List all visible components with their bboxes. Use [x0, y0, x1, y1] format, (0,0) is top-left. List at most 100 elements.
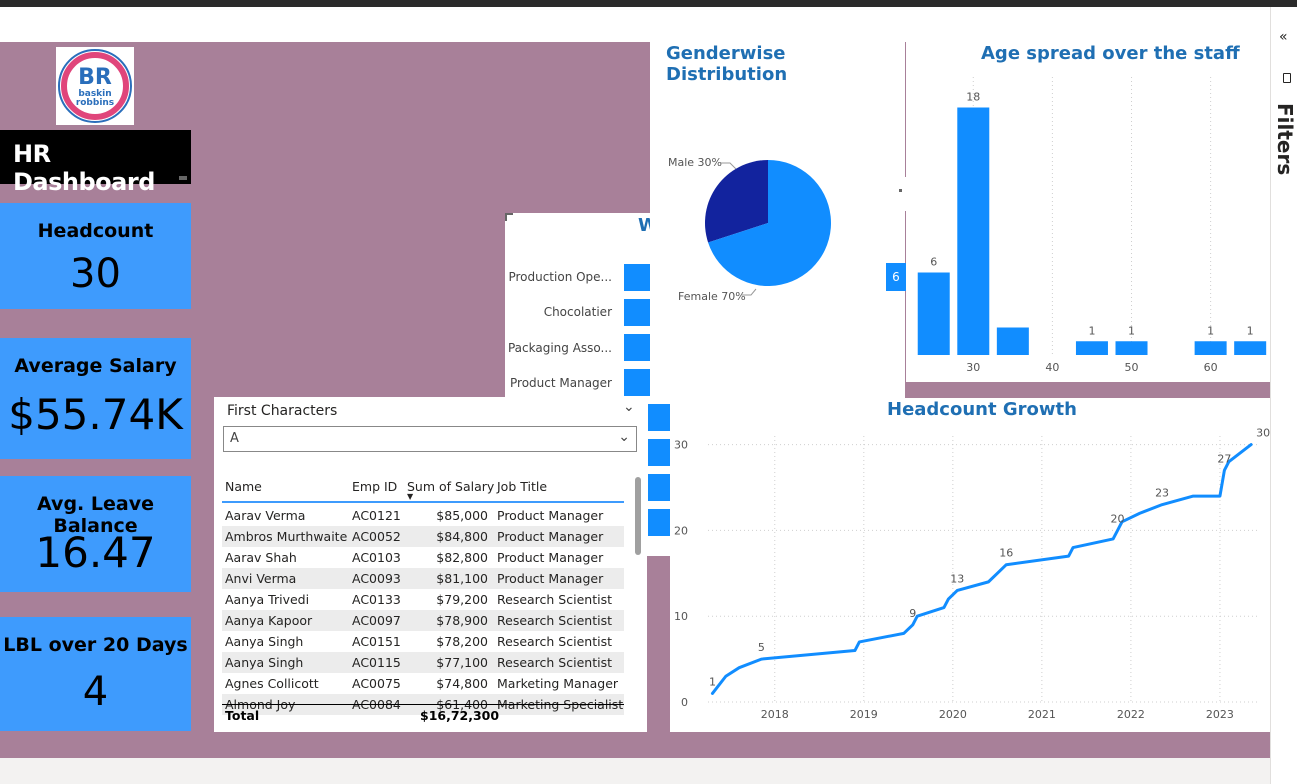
cell-job-title: Product Manager	[497, 571, 604, 586]
table-row[interactable]: Aanya Singh AC0115 $77,100 Research Scienti…	[222, 652, 624, 673]
kpi-value: 4	[82, 669, 109, 715]
growth-point-label: 9	[909, 607, 916, 620]
cell-emp-id: AC0075	[352, 676, 401, 691]
table-row[interactable]: Aarav Verma AC0121 $85,000 Product Manager	[222, 505, 624, 526]
growth-y-tick-label: 10	[674, 610, 688, 623]
age-tick-label: 50	[1125, 361, 1139, 374]
kpi-value: 16.47	[35, 528, 156, 577]
cell-job-title: Research Scientist	[497, 655, 612, 670]
age-tick-label: 30	[966, 361, 980, 374]
table-row[interactable]: Ambros Murthwaite AC0052 $84,800 Product Ma…	[222, 526, 624, 547]
slicer-label: First Characters	[227, 403, 338, 419]
employee-table-visual[interactable]: First Characters ⌄ A ⌄ Name Emp ID Sum o…	[214, 397, 647, 732]
cell-job-title: Product Manager	[497, 529, 604, 544]
age-chart-svg: 6 18 1 1 1 1 30 40 50 60	[917, 77, 1267, 374]
headcount-growth-chart[interactable]: Headcount Growth 0 10 20 30 2018 2019 2020 2021…	[670, 398, 1270, 732]
age-spread-chart[interactable]: Age spread over the staff 6 18 1 1 1 1 30 40 50 6…	[906, 42, 1270, 382]
growth-chart-svg: 01020302018 2019 2020 2021 2022 2023159131620…	[674, 427, 1270, 721]
age-bar-label: 1	[1207, 324, 1214, 337]
cell-salary: $74,800	[436, 676, 488, 691]
cell-job-title: Product Manager	[497, 508, 604, 523]
growth-y-tick-label: 30	[674, 439, 688, 452]
age-bar	[1234, 341, 1267, 355]
kpi-value: 30	[70, 251, 121, 297]
background-visual-fragment	[887, 177, 906, 211]
cell-salary: $81,100	[436, 571, 488, 586]
age-bar-label: 1	[1128, 324, 1135, 337]
kpi-card-headcount[interactable]: Headcount 30	[0, 203, 191, 309]
gender-distribution-chart[interactable]: Genderwise Distribution Male 30% Female …	[650, 42, 905, 398]
dropdown-selected-value: A	[230, 431, 239, 446]
kpi-card-lbl-over-20-days[interactable]: LBL over 20 Days 4	[0, 617, 191, 731]
cell-name: Aanya Singh	[225, 655, 304, 670]
dashboard-title: HR Dashboard	[13, 140, 155, 196]
age-bar	[1075, 341, 1108, 355]
table-row[interactable]: Aarav Shah AC0103 $82,800 Product Manager	[222, 547, 624, 568]
age-bar-label: 1	[1247, 324, 1254, 337]
cell-name: Aanya Trivedi	[225, 592, 310, 607]
table-row[interactable]: Aanya Trivedi AC0133 $79,200 Research Scien…	[222, 589, 624, 610]
job-bar[interactable]	[648, 474, 670, 501]
age-tick-label: 40	[1045, 361, 1059, 374]
cell-salary: $79,200	[436, 592, 488, 607]
chevron-down-icon[interactable]: ⌄	[618, 429, 630, 445]
table-row[interactable]: Agnes Collicott AC0075 $74,800 Marketing Ma…	[222, 673, 624, 694]
age-tick-label: 60	[1204, 361, 1218, 374]
growth-x-tick-label: 2020	[939, 708, 967, 721]
job-bar[interactable]	[648, 404, 670, 431]
resize-handle[interactable]	[179, 176, 187, 180]
background-bar-fragment: 6	[886, 263, 906, 291]
filter-card-icon	[1283, 73, 1291, 83]
column-header-job-title[interactable]: Job Title	[497, 479, 547, 494]
total-value: $16,72,300	[420, 708, 500, 723]
filters-pane[interactable]: « Filters	[1270, 7, 1297, 784]
age-bar	[1115, 341, 1148, 355]
cell-salary: $77,100	[436, 655, 488, 670]
cell-job-title: Product Manager	[497, 550, 604, 565]
cell-salary: $85,000	[436, 508, 488, 523]
growth-x-tick-label: 2019	[850, 708, 878, 721]
job-label: Packaging Asso...	[507, 341, 612, 355]
table-row[interactable]: Aanya Singh AC0151 $78,200 Research Scienti…	[222, 631, 624, 652]
gender-pie-svg: Male 30% Female 70%	[668, 156, 831, 303]
kpi-label: LBL over 20 Days	[3, 634, 188, 656]
cell-salary: $78,200	[436, 634, 488, 649]
table-header: Name Emp ID Sum of Salary Job Title ▼	[222, 477, 624, 503]
growth-x-tick-label: 2021	[1028, 708, 1056, 721]
kpi-card-avg-leave-balance[interactable]: Avg. Leave Balance 16.47	[0, 476, 191, 592]
table-scrollbar[interactable]	[635, 477, 641, 555]
growth-point-label: 30	[1256, 427, 1270, 440]
table-row[interactable]: Anvi Verma AC0093 $81,100 Product Manager	[222, 568, 624, 589]
age-bar	[917, 272, 950, 355]
chevron-down-icon[interactable]: ⌄	[623, 399, 635, 415]
column-header-name[interactable]: Name	[225, 479, 262, 494]
logo-text-line2: robbins	[76, 98, 114, 108]
job-bar[interactable]	[648, 439, 670, 466]
kpi-label: Average Salary	[14, 355, 177, 377]
table-row[interactable]: Aanya Kapoor AC0097 $78,900 Research Scient…	[222, 610, 624, 631]
growth-point-label: 23	[1155, 487, 1169, 500]
column-header-sum-of-salary[interactable]: Sum of Salary	[407, 479, 494, 494]
cell-job-title: Research Scientist	[497, 613, 612, 628]
age-bar-label: 6	[930, 256, 937, 269]
age-bar	[996, 327, 1029, 355]
job-bar[interactable]	[648, 509, 670, 536]
cell-emp-id: AC0151	[352, 634, 401, 649]
double-chevron-left-icon[interactable]: «	[1279, 29, 1288, 45]
growth-x-tick-label: 2022	[1117, 708, 1145, 721]
first-characters-dropdown[interactable]: A ⌄	[223, 426, 637, 452]
male-leader-line	[721, 162, 737, 170]
age-bar	[1194, 341, 1227, 355]
cell-name: Aanya Kapoor	[225, 613, 313, 628]
cell-salary: $82,800	[436, 550, 488, 565]
column-header-emp-id[interactable]: Emp ID	[352, 479, 397, 494]
female-label: Female 70%	[678, 290, 746, 303]
corner-handle[interactable]	[505, 213, 513, 221]
kpi-card-average-salary[interactable]: Average Salary $55.74K	[0, 338, 191, 459]
filters-pane-label[interactable]: Filters	[1273, 103, 1297, 175]
kpi-label: Headcount	[37, 220, 154, 242]
kpi-value: $55.74K	[8, 390, 183, 439]
sort-desc-icon[interactable]: ▼	[407, 492, 413, 501]
age-bar-label: 18	[966, 91, 980, 104]
growth-point-label: 13	[950, 572, 964, 585]
